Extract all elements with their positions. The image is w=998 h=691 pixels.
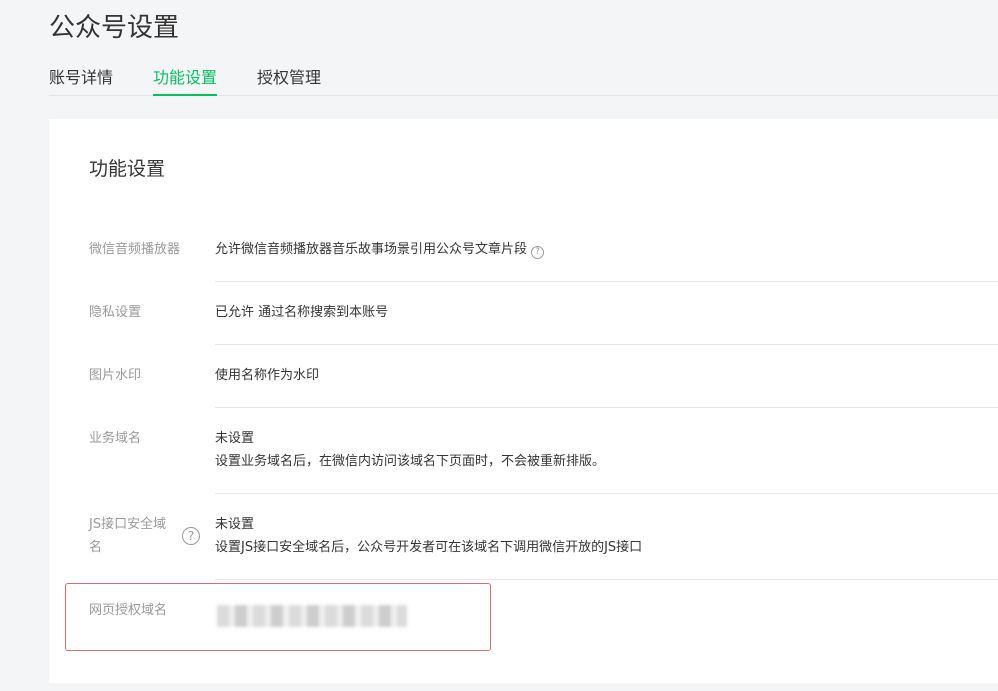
row-label: 图片水印: [89, 368, 142, 383]
row-label: 业务域名: [89, 431, 142, 446]
js-domain-status: 未设置: [215, 517, 255, 532]
highlight-box: [65, 583, 491, 651]
function-settings-card: 功能设置 微信音频播放器 允许微信音频播放器音乐故事场景引用公众号文章片段? 隐…: [49, 119, 998, 683]
business-domain-status: 未设置: [215, 431, 255, 446]
help-icon[interactable]: ?: [531, 246, 545, 259]
tab-account-details[interactable]: 账号详情: [49, 68, 113, 88]
row-image-watermark: 图片水印 使用名称作为水印: [89, 345, 998, 408]
row-privacy-settings: 隐私设置 已允许 通过名称搜索到本账号: [89, 282, 998, 345]
row-value: 使用名称作为水印: [215, 368, 320, 383]
row-business-domain: 业务域名 未设置 设置业务域名后，在微信内访问该域名下页面时，不会被重新排版。: [89, 408, 998, 494]
business-domain-description: 设置业务域名后，在微信内访问该域名下页面时，不会被重新排版。: [215, 454, 606, 469]
js-domain-description: 设置JS接口安全域名后，公众号开发者可在该域名下调用微信开放的JS接口: [215, 540, 643, 555]
card-title: 功能设置: [89, 158, 166, 180]
row-label: 隐私设置: [89, 305, 142, 320]
row-value: 允许微信音频播放器音乐故事场景引用公众号文章片段?: [215, 239, 545, 261]
row-value: 已允许 通过名称搜索到本账号: [215, 305, 389, 320]
row-label-line1: JS接口安全域: [89, 517, 167, 532]
tab-bar: 账号详情 功能设置 授权管理: [49, 64, 998, 96]
row-wechat-audio-player: 微信音频播放器 允许微信音频播放器音乐故事场景引用公众号文章片段?: [89, 219, 998, 282]
tab-function-settings[interactable]: 功能设置: [153, 68, 218, 96]
page-title: 公众号设置: [49, 13, 180, 43]
row-label-line2: 名: [89, 540, 103, 555]
help-icon[interactable]: ?: [182, 527, 200, 545]
row-js-api-security-domain: JS接口安全域 名 ? 未设置 设置JS接口安全域名后，公众号开发者可在该域名下…: [89, 494, 998, 580]
audio-player-description: 允许微信音频播放器音乐故事场景引用公众号文章片段: [215, 242, 528, 257]
row-label: 微信音频播放器: [89, 242, 181, 257]
tab-authorization-management[interactable]: 授权管理: [257, 68, 321, 88]
